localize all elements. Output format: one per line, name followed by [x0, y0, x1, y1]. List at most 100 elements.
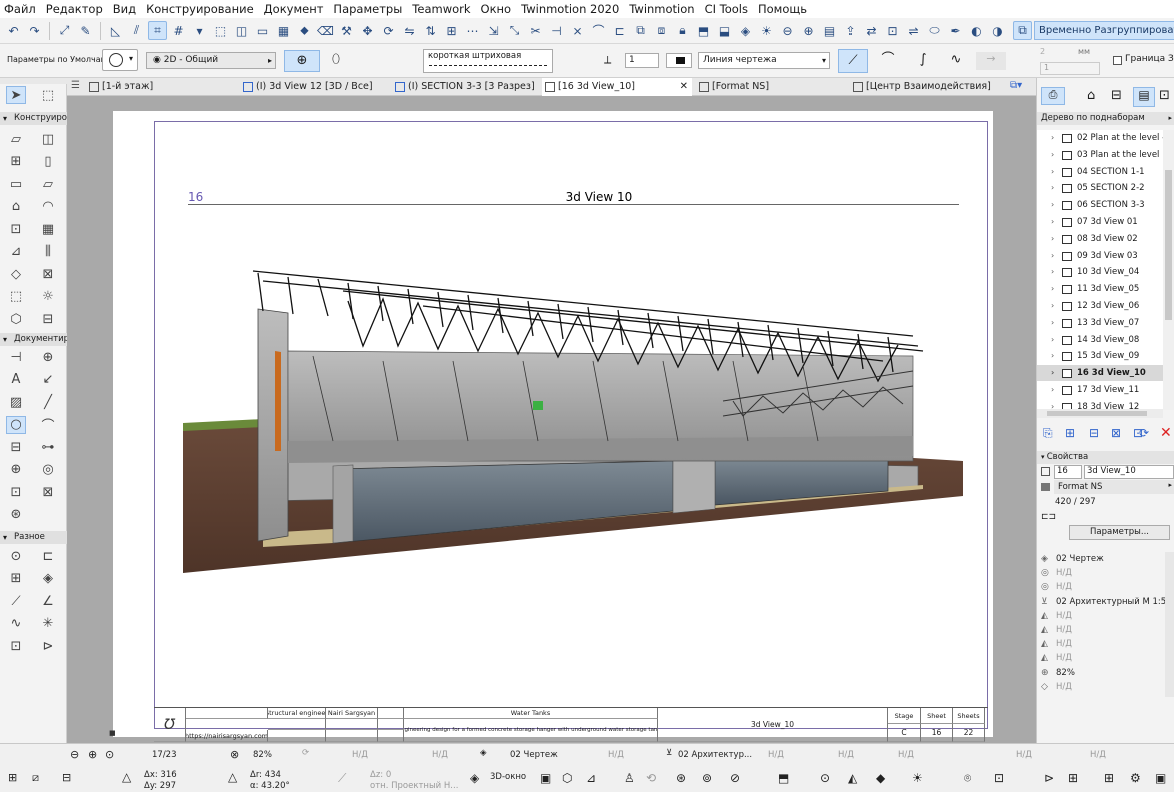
render-icon[interactable]: ☀	[757, 21, 776, 40]
label-tool-icon[interactable]: ↙	[38, 371, 58, 389]
new-layout-icon[interactable]: ⎘	[1043, 426, 1053, 441]
materials-icon[interactable]: ◆	[876, 771, 885, 785]
railing-tool-icon[interactable]: ⫼	[38, 243, 58, 261]
magic-wand-icon[interactable]: ⚒	[337, 21, 356, 40]
marquee-tool-icon[interactable]: ⬚	[38, 86, 58, 104]
fillet-icon[interactable]: ⌒	[589, 21, 608, 40]
expand-arrow-icon[interactable]: ›	[1051, 147, 1054, 163]
send-receive-icon[interactable]: ⇌	[904, 21, 923, 40]
layout-tree-item[interactable]: › 15 3d View_09	[1037, 348, 1163, 364]
vr-icon[interactable]: ⊞	[1068, 771, 1078, 785]
zoom-out-icon[interactable]: ⊖	[70, 748, 79, 761]
cube-icon[interactable]: ▣	[540, 771, 551, 785]
mirror-icon[interactable]: ⇋	[400, 21, 419, 40]
menu-item[interactable]: CI Tools	[705, 2, 748, 16]
figure-2-tool-icon[interactable]: ⊡	[6, 637, 26, 655]
navigate-icon[interactable]: ⊛	[676, 771, 686, 785]
menu-item[interactable]: Вид	[113, 2, 136, 16]
new-master-icon[interactable]: ⊟	[1089, 426, 1099, 440]
layout-id-input[interactable]: 16	[1054, 465, 1082, 479]
worksheet-tool-icon[interactable]: ⊡	[6, 483, 26, 501]
rotate-icon[interactable]: ⟳	[379, 21, 398, 40]
photo-icon[interactable]: ⊡	[994, 771, 1004, 785]
layout-tree-item[interactable]: › 11 3d View_05	[1037, 281, 1163, 297]
text-tool-icon[interactable]: A	[6, 371, 26, 389]
menu-item[interactable]: Параметры	[333, 2, 402, 16]
section-more[interactable]: Разное	[0, 531, 67, 544]
elevate-icon[interactable]: ⇅	[421, 21, 440, 40]
undo-icon[interactable]: ↶	[4, 21, 23, 40]
style-icon[interactable]: ⬒	[778, 771, 789, 785]
settings-icon[interactable]: ⚙	[1130, 771, 1141, 785]
expand-arrow-icon[interactable]: ›	[1051, 315, 1054, 331]
stretch-icon[interactable]: ⇲	[484, 21, 503, 40]
menu-item[interactable]: Документ	[264, 2, 324, 16]
distribute-icon[interactable]: ⋯	[463, 21, 482, 40]
delta-z[interactable]: Δz: 0	[370, 770, 391, 780]
fit-icon[interactable]: ⊗	[230, 748, 239, 761]
camera-2-tool-icon[interactable]: ⊳	[38, 637, 58, 655]
section-icon[interactable]: ⊖	[778, 21, 797, 40]
expand-arrow-icon[interactable]: ›	[1051, 348, 1054, 364]
orbit-icon[interactable]: ⟲	[646, 771, 656, 785]
3d-model-drawing[interactable]	[183, 251, 963, 581]
snap-mode-icon[interactable]: ⌗	[148, 21, 167, 40]
layout-tree-item[interactable]: › 17 3d View_11	[1037, 382, 1163, 398]
layout-tree-item[interactable]: › 09 3d View 03	[1037, 248, 1163, 264]
skylight-tool-icon[interactable]: ⊡	[6, 220, 26, 238]
radial-dim-tool-icon[interactable]: ⟋	[6, 592, 26, 610]
menu-item[interactable]: Редактор	[46, 2, 103, 16]
view-3d-icon[interactable]: ◈	[736, 21, 755, 40]
layout-tree-item[interactable]: › 16 3d View_10	[1037, 365, 1163, 382]
na-row[interactable]: ◭Н/Д▸	[1037, 623, 1174, 637]
scrollbar-thumb[interactable]	[1165, 170, 1172, 320]
layout-tree-item[interactable]: › 02 Plan at the level -2.000	[1037, 130, 1163, 146]
na-row[interactable]: ◭Н/Д▸	[1037, 609, 1174, 623]
slab-tool-icon[interactable]: ▱	[38, 175, 58, 193]
teamwork-icon[interactable]: ⇄	[862, 21, 881, 40]
ungroup-icon[interactable]: ⧈	[652, 21, 671, 40]
object-tool-icon[interactable]: ⊠	[38, 265, 58, 283]
align-icon[interactable]: ⊞	[442, 21, 461, 40]
value-1-input[interactable]: 1	[1040, 62, 1100, 75]
layout-tree-item[interactable]: › 06 SECTION 3-3	[1037, 197, 1163, 213]
drawing-tool-icon[interactable]: ⊟	[6, 438, 26, 456]
roof-tool-icon[interactable]: ⌂	[6, 198, 26, 216]
box-icon[interactable]: ⬡	[562, 771, 572, 785]
linetype-combo[interactable]: короткая штриховая	[423, 49, 553, 73]
tree-scrollbar[interactable]	[1163, 130, 1174, 410]
beam-tool-icon[interactable]: ▭	[6, 175, 26, 193]
menu-item[interactable]: Teamwork	[412, 2, 470, 16]
menu-item[interactable]: Окно	[481, 2, 512, 16]
curtain-wall-tool-icon[interactable]: ▦	[38, 220, 58, 238]
drawing-tool-icon[interactable]: ◺	[106, 21, 125, 40]
navigator-menu-icon[interactable]: ⎙	[1041, 87, 1065, 105]
expand-arrow-icon[interactable]: ›	[1051, 248, 1054, 264]
line-shape-straight-button[interactable]: ⟋	[838, 49, 868, 73]
navigator-header[interactable]: Дерево по поднаборам ▸	[1037, 112, 1174, 125]
na-row[interactable]: ◎Н/Д▸	[1037, 580, 1174, 594]
circle-geometry-button[interactable]: ▾	[102, 49, 138, 71]
surface-icon[interactable]: ◭	[848, 771, 857, 785]
zoom-value[interactable]: 82%	[253, 750, 272, 760]
expand-arrow-icon[interactable]: ›	[1051, 197, 1054, 213]
layout-tree-item[interactable]: › 14 3d View_08	[1037, 332, 1163, 348]
adjust-icon[interactable]: ⊣	[547, 21, 566, 40]
camera-icon[interactable]: ⌾	[964, 771, 971, 786]
door-tool-icon[interactable]: ◫	[38, 130, 58, 148]
filter-icon[interactable]: ⊚	[702, 771, 712, 785]
expand-arrow-icon[interactable]: ›	[1051, 214, 1054, 230]
tab-format-ns[interactable]: [Format NS]	[696, 78, 846, 96]
tab-collaboration-center[interactable]: [Центр Взаимодействия]	[850, 78, 1000, 96]
inject-icon[interactable]: ✎	[76, 21, 95, 40]
change-tool-icon[interactable]: ⊠	[38, 483, 58, 501]
arc-method-button[interactable]: ⊕	[284, 50, 320, 72]
menu-item[interactable]: Конструирование	[146, 2, 254, 16]
3d-window-icon[interactable]: ◈	[470, 771, 479, 785]
project-map-icon[interactable]: ⌂	[1087, 88, 1095, 103]
figure-tool-icon[interactable]: ⊏	[38, 547, 58, 565]
section-document[interactable]: Документиро	[0, 333, 67, 346]
master-layout-row[interactable]: Format NS ▸	[1037, 480, 1174, 494]
layout-tree-item[interactable]: › 07 3d View 01	[1037, 214, 1163, 230]
section-design[interactable]: Конструирова	[0, 112, 67, 125]
